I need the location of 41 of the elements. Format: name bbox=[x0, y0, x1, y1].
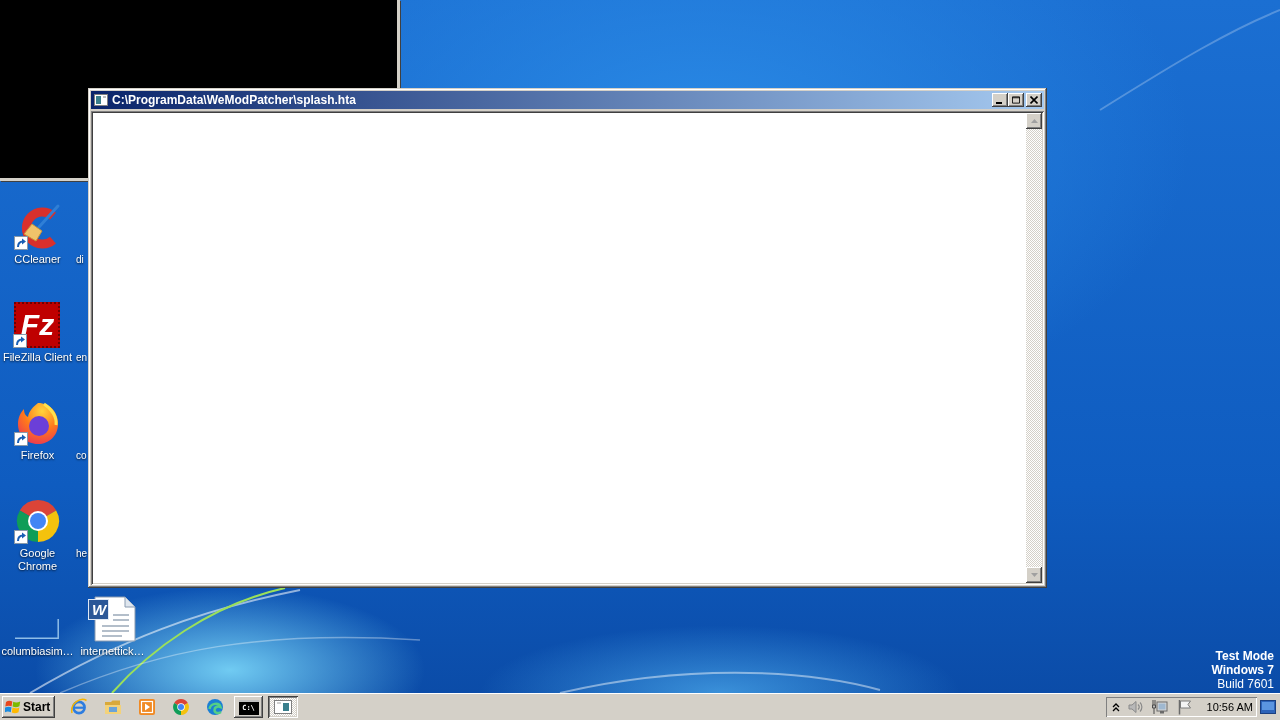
logo-tile: W bbox=[88, 599, 110, 620]
e-orbit-icon[interactable] bbox=[70, 698, 88, 716]
taskbar-button[interactable] bbox=[268, 696, 298, 718]
test-mode-text: Test Mode bbox=[1215, 649, 1274, 663]
test-mode-text: Windows 7 bbox=[1211, 663, 1274, 677]
close-button[interactable] bbox=[1026, 93, 1042, 107]
build-text: Build 7601 bbox=[1217, 677, 1274, 691]
minimize-button[interactable] bbox=[992, 93, 1008, 107]
desktop-shortcut[interactable]: en bbox=[76, 351, 88, 364]
desktop-shortcut[interactable]: Firefox bbox=[13, 399, 62, 462]
desktop-shortcut[interactable]: W internettick… bbox=[80, 595, 145, 658]
scroll-up-button[interactable] bbox=[1026, 113, 1042, 129]
network-icon[interactable] bbox=[1151, 699, 1168, 715]
desktop-shortcut[interactable]: columbiasim… bbox=[1, 595, 74, 658]
scroll-down-button[interactable] bbox=[1026, 567, 1042, 583]
clock[interactable]: 10:56 AM bbox=[1206, 701, 1253, 713]
flag-icon[interactable] bbox=[1177, 699, 1192, 715]
up-arrow-icon bbox=[1030, 119, 1038, 123]
down-arrow-icon bbox=[1030, 573, 1038, 577]
desktop-shortcut[interactable]: he bbox=[76, 547, 88, 560]
window-icon bbox=[94, 94, 108, 106]
maximize-icon bbox=[1012, 96, 1020, 104]
window-icon bbox=[274, 700, 292, 714]
wave-icon[interactable] bbox=[206, 698, 224, 716]
play-icon[interactable] bbox=[138, 698, 156, 716]
desktop-shortcut[interactable]: di bbox=[76, 253, 84, 266]
scrollbar-track[interactable] bbox=[1026, 113, 1042, 583]
desktop-preview-icon[interactable] bbox=[1260, 700, 1276, 714]
close-icon bbox=[1030, 96, 1038, 104]
start-button[interactable]: Start bbox=[2, 696, 55, 718]
desktop-shortcut[interactable]: CCleaner bbox=[13, 203, 62, 266]
tricolor-circle-icon[interactable] bbox=[172, 698, 190, 716]
blank-icon bbox=[15, 619, 60, 639]
desktop-shortcut[interactable]: co bbox=[76, 449, 87, 462]
desktop-shortcut[interactable]: Google Chrome bbox=[0, 497, 75, 573]
maximize-button[interactable] bbox=[1008, 93, 1024, 107]
logo-tile: Fz bbox=[14, 302, 61, 348]
flag-logo-icon bbox=[5, 699, 21, 715]
window-title: C:\ProgramData\WeModPatcher\splash.hta bbox=[112, 93, 356, 107]
chevron-up-icon[interactable] bbox=[1111, 702, 1120, 712]
desktop-shortcut[interactable]: Fz FileZilla Client bbox=[2, 301, 73, 364]
